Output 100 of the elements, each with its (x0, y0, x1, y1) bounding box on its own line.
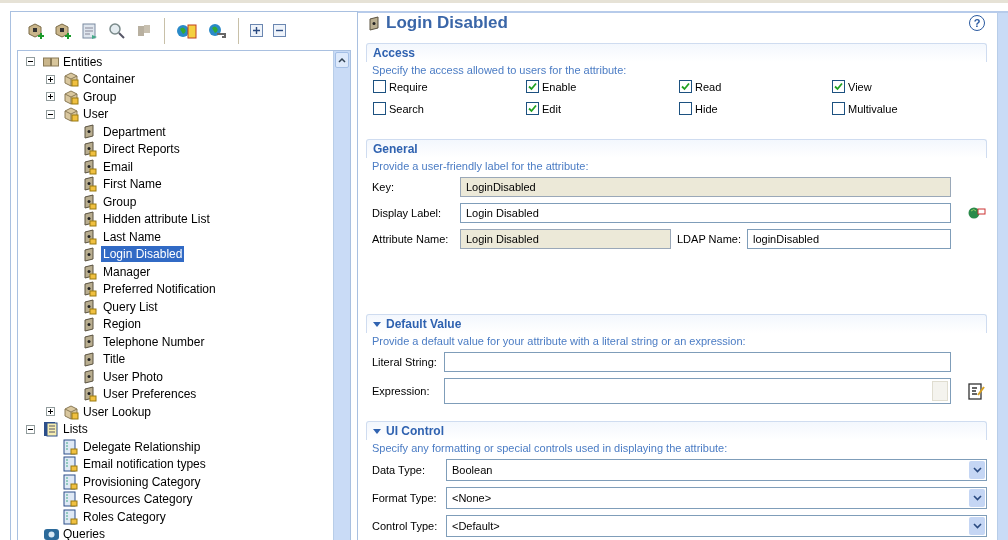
tree-item[interactable]: Delegate Relationship (81, 438, 203, 455)
section-description: Provide a default value for your attribute with a literal string or an expression: (371, 334, 747, 349)
tree-item[interactable]: Group (101, 193, 139, 210)
checkbox[interactable] (526, 102, 539, 115)
tree-item[interactable]: Department (101, 123, 168, 140)
attribute-icon (83, 351, 95, 367)
tree-item[interactable]: Region (101, 316, 144, 333)
search-icon[interactable] (108, 22, 126, 40)
editor-title: Login Disabled (386, 13, 509, 33)
scrollbar[interactable] (997, 13, 1008, 540)
tree-item[interactable]: Provisioning Category (81, 473, 203, 490)
section-title: Access (373, 46, 416, 60)
checkbox[interactable] (832, 80, 845, 93)
checkbox[interactable] (373, 102, 386, 115)
tree-item[interactable]: Lists (61, 421, 90, 438)
section-description: Specify the access allowed to users for the attribute: (371, 63, 628, 78)
tree-item[interactable]: Login Disabled (101, 246, 185, 263)
tree-item[interactable]: Telephone Number (101, 333, 207, 350)
collapse-icon[interactable] (26, 57, 35, 67)
text-field[interactable]: loginDisabled (747, 229, 951, 249)
tree-item[interactable]: User Photo (101, 368, 166, 385)
tree-item[interactable]: Preferred Notification (101, 281, 218, 298)
attribute-lock-icon (83, 386, 97, 403)
cube-lock-icon (63, 106, 79, 123)
tree-item[interactable]: First Name (101, 176, 164, 193)
globe-key-icon[interactable] (207, 22, 227, 40)
list-lock-icon (63, 438, 78, 455)
checkbox-label: Require (389, 80, 428, 93)
tree-item[interactable]: Query List (101, 298, 160, 315)
field-label: LDAP Name: (677, 233, 741, 245)
text-field[interactable]: Login Disabled (460, 203, 951, 223)
field-label: Attribute Name: (372, 233, 450, 245)
mapping-icon[interactable] (968, 205, 986, 221)
checkbox[interactable] (679, 102, 692, 115)
collapse-icon[interactable] (26, 424, 35, 434)
form-icon[interactable] (81, 22, 99, 40)
chevron-down-icon (972, 495, 982, 501)
globe-list-icon[interactable] (176, 22, 198, 40)
dropdown[interactable]: Boolean (446, 459, 987, 481)
expand-icon[interactable] (46, 92, 55, 102)
section-header[interactable]: Default Value (366, 314, 987, 333)
attribute-icon (83, 316, 95, 332)
edit-expression-icon[interactable] (968, 382, 986, 400)
tree-item[interactable]: Email (101, 158, 135, 175)
tree-item[interactable]: Manager (101, 263, 153, 280)
checkbox-label: Hide (695, 102, 718, 115)
attribute-lock-icon (83, 211, 97, 228)
tree-item[interactable]: Entities (61, 53, 105, 70)
tree-item[interactable]: Direct Reports (101, 141, 182, 158)
tree-item[interactable]: Hidden attribute List (101, 211, 212, 228)
tree-item[interactable]: User Preferences (101, 386, 199, 403)
tree-item[interactable]: Group (81, 88, 119, 105)
expand-icon[interactable] (46, 407, 55, 417)
checkbox-label: Edit (542, 102, 561, 115)
tree-item[interactable]: User Lookup (81, 403, 154, 420)
caret-down-icon[interactable] (373, 427, 381, 435)
tree-item[interactable]: User (81, 106, 111, 123)
tree-item[interactable]: Email notification types (81, 456, 208, 473)
text-field[interactable] (444, 352, 951, 372)
cubes-icon (43, 55, 60, 68)
attribute-lock-icon (83, 193, 97, 210)
tree-item[interactable]: Container (81, 71, 138, 88)
add-attribute-icon[interactable] (54, 22, 72, 40)
caret-down-icon[interactable] (373, 320, 381, 328)
checkbox[interactable] (679, 80, 692, 93)
cube-lock-icon (63, 88, 79, 105)
attribute-lock-icon (83, 263, 97, 280)
list-lock-icon (63, 473, 78, 490)
field-label: Data Type: (372, 464, 426, 476)
tree-item[interactable]: Resources Category (81, 491, 195, 508)
checkbox-label: Read (695, 80, 722, 93)
chevron-down-icon (972, 467, 982, 473)
dropdown[interactable]: <Default> (446, 515, 987, 537)
scroll-up-icon[interactable] (338, 57, 346, 63)
checkbox[interactable] (373, 80, 386, 93)
field-label: Expression: (372, 385, 431, 397)
section-title: General (373, 142, 418, 156)
collapse-icon[interactable] (46, 109, 55, 119)
checkbox[interactable] (526, 80, 539, 93)
expand-all-icon[interactable] (250, 24, 264, 38)
help-button[interactable]: ? (969, 15, 985, 31)
expand-icon[interactable] (46, 74, 55, 84)
tree-item[interactable]: Title (101, 351, 128, 368)
field-label: Display Label: (372, 207, 443, 219)
tree-item[interactable]: Queries (61, 526, 108, 540)
section-header[interactable]: UI Control (366, 421, 987, 440)
chevron-down-icon (972, 523, 982, 529)
dropdown[interactable]: <None> (446, 487, 987, 509)
list-lock-icon (63, 456, 78, 473)
cube-lock-icon (63, 71, 79, 88)
checkbox[interactable] (832, 102, 845, 115)
add-entity-icon[interactable] (27, 22, 45, 40)
text-area[interactable] (444, 378, 951, 404)
scrollbar[interactable] (333, 51, 350, 540)
tree-item[interactable]: Last Name (101, 228, 164, 245)
attribute-icon (83, 246, 95, 262)
field-label: Control Type: (372, 520, 439, 532)
tree-item[interactable]: Roles Category (81, 508, 168, 525)
section-title: UI Control (386, 424, 444, 438)
collapse-all-icon[interactable] (273, 24, 287, 38)
